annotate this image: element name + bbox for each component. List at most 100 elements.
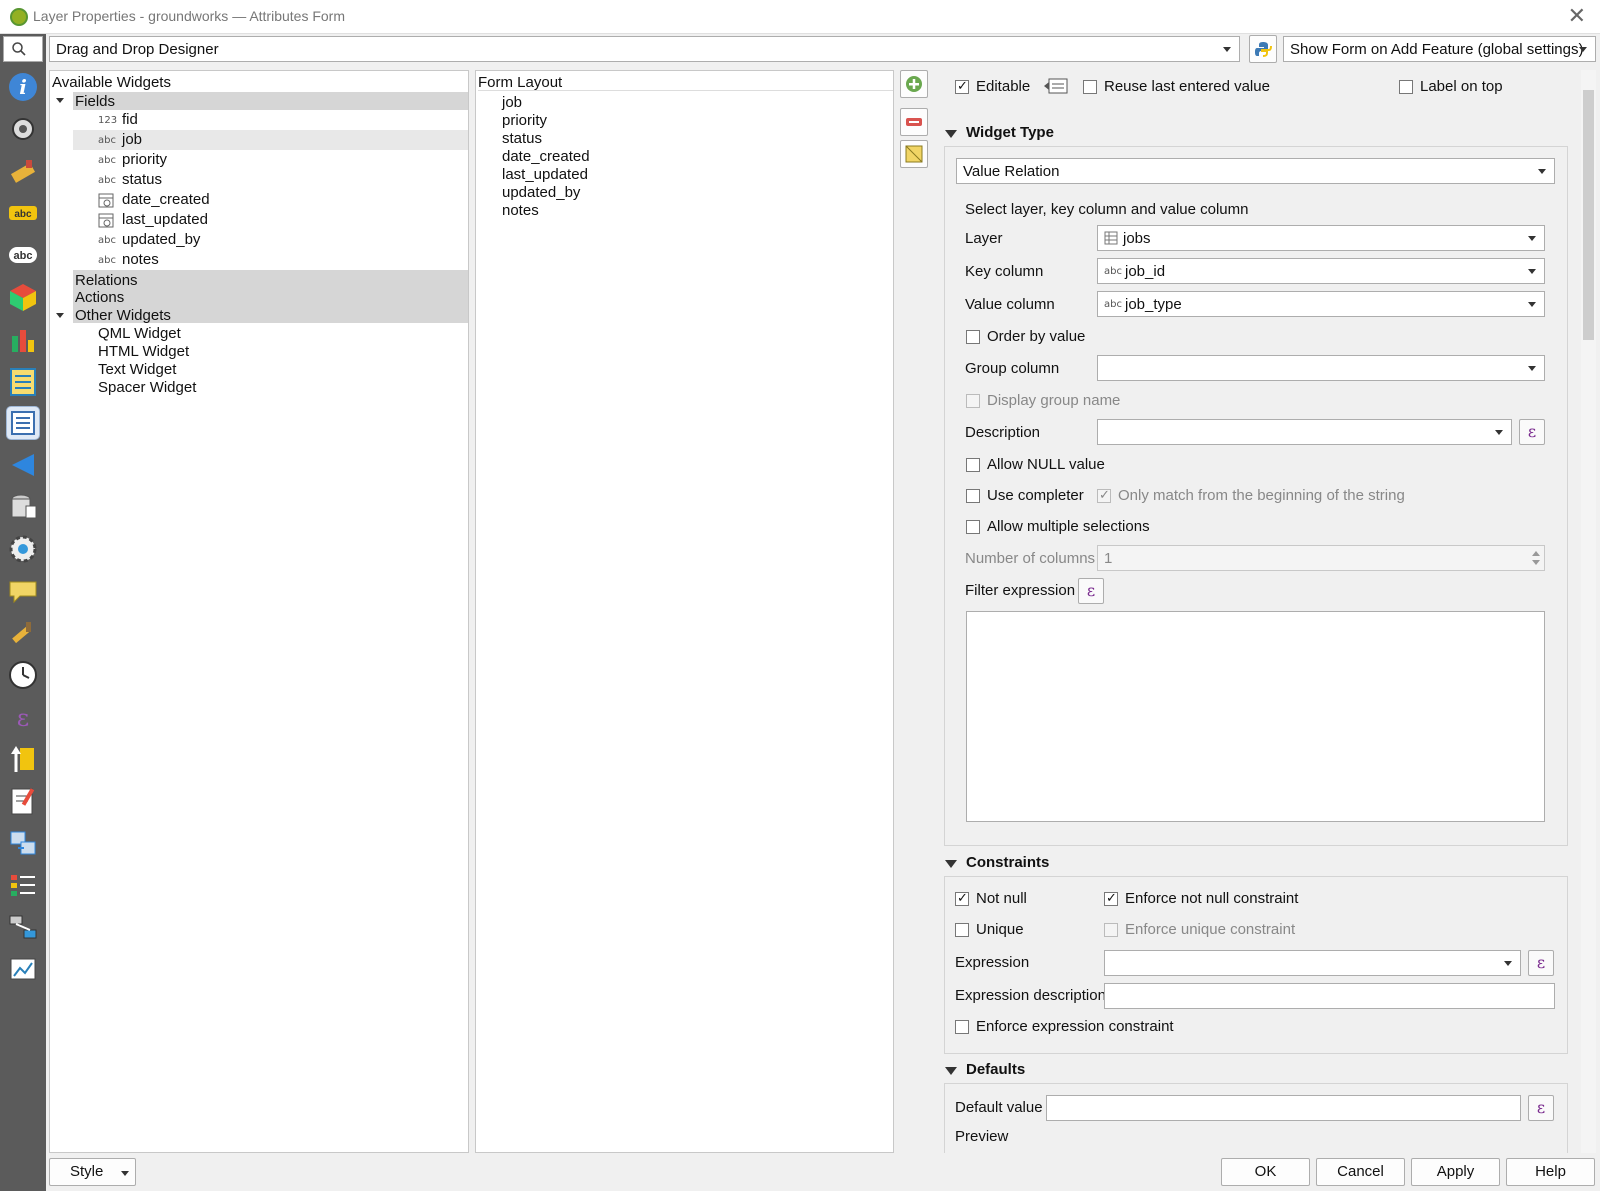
layout-item-job[interactable]: job	[502, 94, 522, 111]
collapse-arrow-icon[interactable]	[945, 130, 957, 138]
ok-button[interactable]: OK	[1221, 1158, 1310, 1186]
collapse-arrow-icon[interactable]	[945, 860, 957, 868]
sidebar-rendering-icon[interactable]	[6, 616, 40, 650]
field-date-created[interactable]: date_created	[122, 191, 210, 208]
order-by-value-checkbox[interactable]	[966, 330, 980, 344]
expand-arrow-icon[interactable]	[56, 313, 64, 318]
key-column-select[interactable]: abc job_id	[1097, 258, 1545, 284]
display-group-name-checkbox[interactable]	[966, 394, 980, 408]
expand-arrow-icon[interactable]	[56, 98, 64, 103]
sidebar-fields-icon[interactable]	[6, 364, 40, 398]
text-widget-item[interactable]: Text Widget	[98, 361, 176, 378]
show-form-select[interactable]: Show Form on Add Feature (global setting…	[1283, 36, 1596, 62]
field-fid[interactable]: fid	[122, 111, 138, 128]
sidebar-dependencies-icon[interactable]	[6, 826, 40, 860]
filter-expression-button[interactable]: ε	[1078, 578, 1104, 604]
qml-widget-item[interactable]: QML Widget	[98, 325, 181, 342]
layout-item-status[interactable]: status	[502, 130, 542, 147]
add-container-button[interactable]	[900, 70, 928, 98]
sidebar-search-input[interactable]	[3, 36, 43, 62]
allow-null-checkbox[interactable]	[966, 458, 980, 472]
spacer-widget-item[interactable]: Spacer Widget	[98, 379, 196, 396]
field-notes[interactable]: notes	[122, 251, 159, 268]
expression-builder-button[interactable]: ε	[1528, 950, 1554, 976]
sidebar-source-icon[interactable]	[6, 112, 40, 146]
widget-type-select[interactable]: Value Relation	[956, 158, 1555, 184]
sidebar-elevation-icon[interactable]	[6, 742, 40, 776]
default-value-input[interactable]	[1046, 1095, 1521, 1121]
collapse-arrow-icon[interactable]	[945, 1067, 957, 1075]
remove-item-button[interactable]	[900, 108, 928, 136]
sidebar-metadata-icon[interactable]	[6, 784, 40, 818]
layout-item-notes[interactable]: notes	[502, 202, 539, 219]
sidebar-joins-icon[interactable]	[6, 448, 40, 482]
sidebar-temporal-icon[interactable]	[6, 658, 40, 692]
fields-group-label[interactable]: Fields	[75, 93, 115, 110]
invert-selection-button[interactable]	[900, 140, 928, 168]
apply-button[interactable]: Apply	[1411, 1158, 1500, 1186]
not-null-checkbox[interactable]	[955, 890, 969, 906]
vertical-scrollbar[interactable]	[1581, 70, 1596, 1153]
sidebar-variables-icon[interactable]: ε	[6, 700, 40, 734]
default-value-expression-button[interactable]: ε	[1528, 1095, 1554, 1121]
spin-arrows-icon[interactable]	[1530, 548, 1542, 568]
field-priority[interactable]: priority	[122, 151, 167, 168]
value-column-select[interactable]: abc job_type	[1097, 291, 1545, 317]
enforce-expression-checkbox[interactable]	[955, 1020, 969, 1034]
editable-expression-icon[interactable]	[1043, 76, 1071, 98]
allow-multiple-checkbox[interactable]	[966, 520, 980, 534]
description-expression-button[interactable]: ε	[1519, 419, 1545, 445]
layout-item-priority[interactable]: priority	[502, 112, 547, 129]
group-column-select[interactable]	[1097, 355, 1545, 381]
help-button[interactable]: Help	[1506, 1158, 1595, 1186]
field-status[interactable]: status	[122, 171, 162, 188]
description-input[interactable]	[1097, 419, 1512, 445]
sidebar-information-icon[interactable]: i	[6, 70, 40, 104]
sidebar-legend-icon[interactable]	[6, 868, 40, 902]
actions-group-label[interactable]: Actions	[75, 289, 124, 306]
editable-checkbox[interactable]	[955, 78, 969, 94]
use-completer-checkbox[interactable]	[966, 489, 980, 503]
label-on-top-checkbox[interactable]	[1399, 80, 1413, 94]
sidebar-display-icon[interactable]	[6, 574, 40, 608]
sidebar-labels-icon[interactable]: abc	[6, 196, 40, 230]
enforce-not-null-checkbox[interactable]	[1104, 890, 1118, 906]
python-init-button[interactable]	[1249, 35, 1277, 63]
layout-item-updated-by[interactable]: updated_by	[502, 184, 580, 201]
field-job[interactable]: job	[122, 131, 142, 148]
layout-item-date-created[interactable]: date_created	[502, 148, 590, 165]
enforce-unique-checkbox[interactable]	[1104, 923, 1118, 937]
available-widgets-tree[interactable]	[49, 70, 469, 1153]
cancel-button[interactable]: Cancel	[1316, 1158, 1405, 1186]
layout-item-last-updated[interactable]: last_updated	[502, 166, 588, 183]
other-widgets-group-label[interactable]: Other Widgets	[75, 307, 171, 324]
designer-mode-select[interactable]: Drag and Drop Designer	[49, 36, 1240, 62]
sidebar-attributes-form-icon[interactable]	[6, 406, 40, 440]
sidebar-auxiliary-storage-icon[interactable]	[6, 490, 40, 524]
field-updated-by[interactable]: updated_by	[122, 231, 200, 248]
widget-type-header[interactable]: Widget Type	[966, 124, 1054, 141]
sidebar-digitizing-icon[interactable]	[6, 952, 40, 986]
close-button[interactable]: ✕	[1568, 3, 1586, 29]
scrollbar-thumb[interactable]	[1583, 90, 1594, 340]
sidebar-masks-icon[interactable]: abc	[6, 238, 40, 272]
layer-select[interactable]: jobs	[1097, 225, 1545, 251]
only-match-beginning-checkbox[interactable]	[1097, 487, 1111, 503]
sidebar-symbology-icon[interactable]	[6, 154, 40, 188]
sidebar-diagrams-icon[interactable]	[6, 322, 40, 356]
sidebar-server-icon[interactable]	[6, 910, 40, 944]
unique-checkbox[interactable]	[955, 923, 969, 937]
defaults-header[interactable]: Defaults	[966, 1061, 1025, 1078]
filter-expression-textarea[interactable]	[966, 611, 1545, 822]
form-layout-tree[interactable]	[475, 70, 894, 1153]
number-of-columns-spinbox[interactable]: 1	[1097, 545, 1545, 571]
html-widget-item[interactable]: HTML Widget	[98, 343, 189, 360]
field-last-updated[interactable]: last_updated	[122, 211, 208, 228]
style-menu-button[interactable]: Style	[49, 1158, 136, 1186]
constraints-header[interactable]: Constraints	[966, 854, 1049, 871]
sidebar-3d-view-icon[interactable]	[6, 280, 40, 314]
relations-group-label[interactable]: Relations	[75, 272, 138, 289]
reuse-last-value-checkbox[interactable]	[1083, 80, 1097, 94]
expression-description-input[interactable]	[1104, 983, 1555, 1009]
expression-input[interactable]	[1104, 950, 1521, 976]
